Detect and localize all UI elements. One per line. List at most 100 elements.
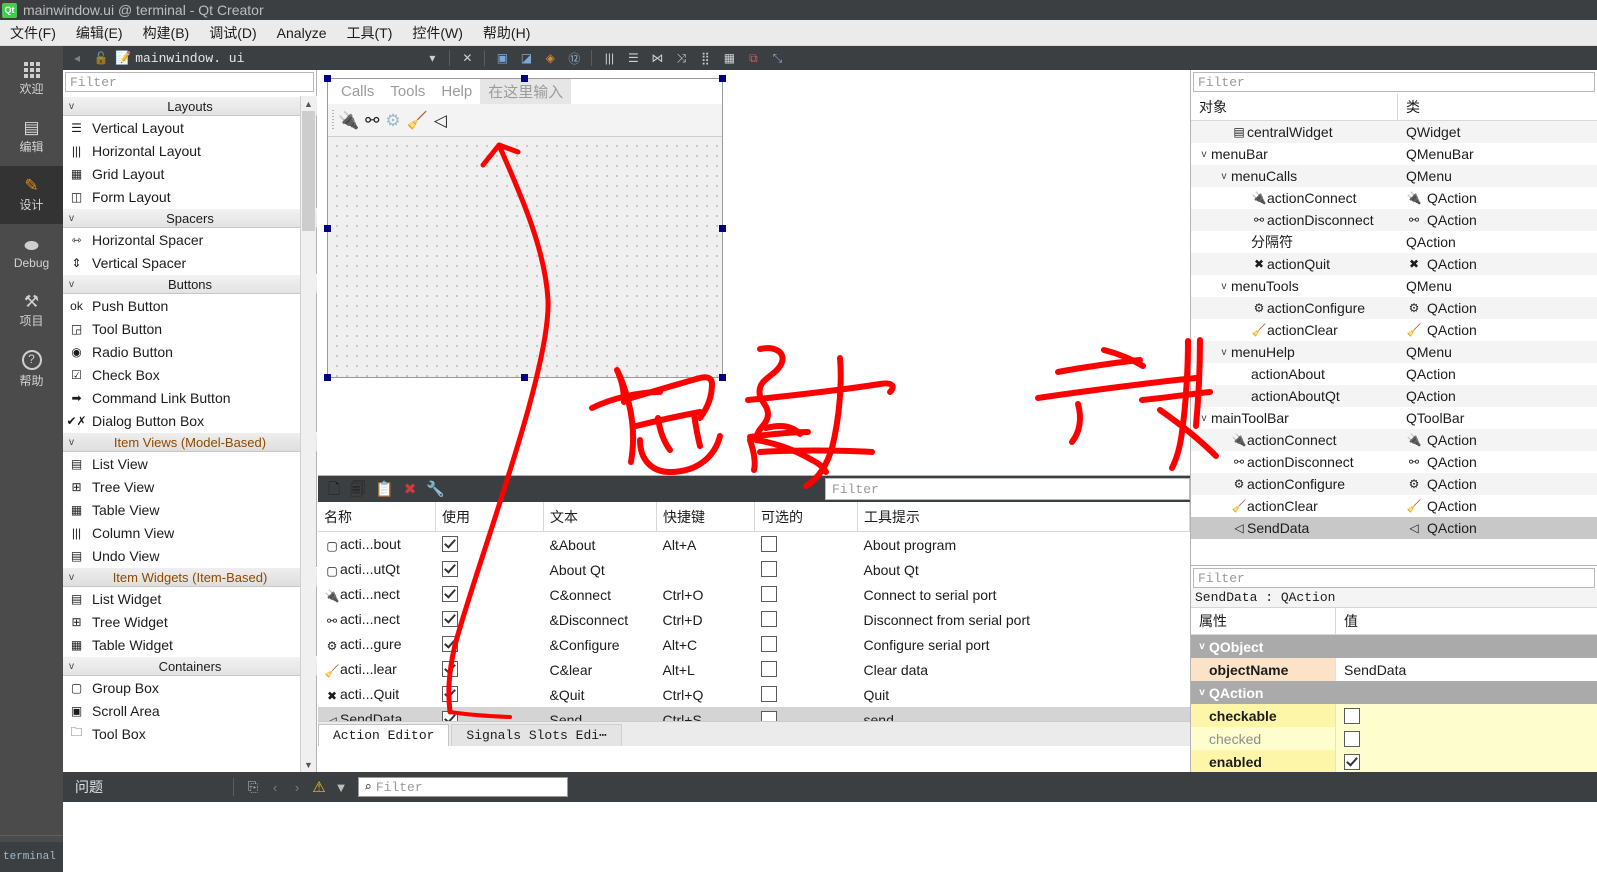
used-checkbox[interactable] bbox=[441, 561, 458, 577]
mode-projects[interactable]: ⚒ 项目 bbox=[0, 282, 63, 340]
property-checkbox[interactable] bbox=[1344, 753, 1360, 770]
action-editor-filter-input[interactable]: Filter bbox=[825, 478, 1190, 500]
widget-box-item[interactable]: ▦ Grid Layout bbox=[63, 162, 317, 185]
object-tree-row[interactable]: ⚯ actionDisconnect ⚯ QAction bbox=[1191, 451, 1597, 473]
used-checkbox[interactable] bbox=[441, 611, 458, 627]
widget-box-item[interactable]: ⇕ Vertical Spacer bbox=[63, 251, 317, 274]
menu-edit[interactable]: 编辑(E) bbox=[66, 20, 133, 46]
column-header-checkable[interactable]: 可选的 bbox=[754, 502, 858, 532]
object-tree-row[interactable]: actionAboutQt QAction bbox=[1191, 385, 1597, 407]
chevron-down-icon[interactable]: v bbox=[1217, 281, 1231, 292]
chevron-down-icon[interactable]: ▾ bbox=[422, 49, 442, 67]
configure-action-icon[interactable]: 🔧 bbox=[426, 482, 445, 497]
property-row[interactable]: checkable bbox=[1191, 704, 1597, 727]
send-paperplane-icon[interactable]: ◁ bbox=[434, 112, 447, 129]
open-file-name[interactable]: mainwindow. ui bbox=[135, 51, 244, 66]
object-tree-row[interactable]: v mainToolBar QToolBar bbox=[1191, 407, 1597, 429]
selection-handle-bl[interactable] bbox=[324, 374, 331, 381]
property-row[interactable]: checked bbox=[1191, 727, 1597, 750]
prev-issue-icon[interactable]: ‹ bbox=[264, 777, 286, 797]
property-row[interactable]: enabled bbox=[1191, 750, 1597, 772]
checkable-checkbox[interactable] bbox=[760, 611, 777, 627]
widget-box-item[interactable]: ◲ Tool Button bbox=[63, 317, 317, 340]
used-checkbox[interactable] bbox=[441, 636, 458, 652]
used-checkbox[interactable] bbox=[441, 661, 458, 677]
object-tree-row[interactable]: actionAbout QAction bbox=[1191, 363, 1597, 385]
selection-handle-br[interactable] bbox=[719, 374, 726, 381]
object-tree-row[interactable]: v menuHelp QMenu bbox=[1191, 341, 1597, 363]
object-tree-row[interactable]: ⚙ actionConfigure ⚙ QAction bbox=[1191, 297, 1597, 319]
table-row[interactable]: ✖ acti...Quit &Quit Ctrl+Q Quit bbox=[318, 682, 1190, 707]
menu-tools[interactable]: 工具(T) bbox=[336, 20, 402, 46]
cell-checkable[interactable] bbox=[755, 557, 858, 582]
layout-grid-button[interactable]: ▦ bbox=[719, 49, 739, 67]
property-group-header[interactable]: v QAction bbox=[1191, 681, 1597, 704]
menu-widgets[interactable]: 控件(W) bbox=[402, 20, 473, 46]
widget-box-category[interactable]: v Layouts bbox=[63, 96, 317, 116]
menu-analyze[interactable]: Analyze bbox=[267, 22, 337, 44]
configure-gear-icon[interactable]: ⚙ bbox=[385, 112, 400, 129]
object-tree-row[interactable]: ◁ SendData ◁ QAction bbox=[1191, 517, 1597, 539]
checkable-checkbox[interactable] bbox=[760, 636, 777, 652]
object-tree-row[interactable]: 🧹 actionClear 🧹 QAction bbox=[1191, 495, 1597, 517]
property-value-cell[interactable]: SendData bbox=[1336, 658, 1597, 681]
object-tree-row[interactable]: ⚯ actionDisconnect ⚯ QAction bbox=[1191, 209, 1597, 231]
delete-action-icon[interactable]: ✖ bbox=[404, 482, 417, 497]
menu-build[interactable]: 构建(B) bbox=[133, 20, 200, 46]
copy-issues-icon[interactable]: ⎘ bbox=[242, 777, 264, 797]
cell-checkable[interactable] bbox=[755, 532, 858, 558]
cell-checkable[interactable] bbox=[755, 682, 858, 707]
object-tree-row[interactable]: 🔌 actionConnect 🔌 QAction bbox=[1191, 187, 1597, 209]
cell-checkable[interactable] bbox=[755, 582, 858, 607]
selection-handle-tr[interactable] bbox=[719, 75, 726, 82]
form-central-widget-canvas[interactable] bbox=[328, 137, 722, 377]
layout-form-button[interactable]: ⣿ bbox=[695, 49, 715, 67]
checkable-checkbox[interactable] bbox=[760, 661, 777, 677]
widget-box-item[interactable]: ⊞ Tree View bbox=[63, 475, 317, 498]
cell-checkable[interactable] bbox=[755, 607, 858, 632]
table-row[interactable]: 🔌acti...nect C&onnect Ctrl+O Connect to ser… bbox=[318, 582, 1190, 607]
adjust-size-button[interactable]: ▣ bbox=[492, 49, 512, 67]
selection-handle-ml[interactable] bbox=[324, 225, 331, 232]
form-designer-area[interactable]: Calls Tools Help 在这里输入 🔌 ⚯ ⚙ 🧹 ◁ bbox=[318, 70, 1190, 475]
widget-box-item[interactable]: ☑ Check Box bbox=[63, 363, 317, 386]
paste-action-icon[interactable]: 📋 bbox=[375, 482, 394, 497]
property-editor-filter-input[interactable]: Filter bbox=[1193, 568, 1595, 588]
chevron-down-icon[interactable]: v bbox=[1217, 347, 1231, 358]
widget-box-category[interactable]: v Containers bbox=[63, 656, 317, 676]
form-menu-calls[interactable]: Calls bbox=[333, 81, 382, 102]
widget-box-item[interactable]: ⊞ Tree Widget bbox=[63, 610, 317, 633]
object-tree-row[interactable]: ▤ centralWidget QWidget bbox=[1191, 121, 1597, 143]
widget-box-item[interactable]: ▦ Table View bbox=[63, 498, 317, 521]
widget-box-item[interactable]: ▣ Scroll Area bbox=[63, 699, 317, 722]
next-issue-icon[interactable]: › bbox=[286, 777, 308, 797]
widget-box-item[interactable]: ✔✗ Dialog Button Box bbox=[63, 409, 317, 432]
used-checkbox[interactable] bbox=[441, 536, 458, 552]
table-row[interactable]: ⚯ acti...nect &Disconnect Ctrl+D Disconnect … bbox=[318, 607, 1190, 632]
adjust-size-2-button[interactable]: ⤡ bbox=[767, 49, 787, 67]
new-action-icon[interactable]: 🗋 bbox=[328, 482, 340, 497]
mode-edit[interactable]: ▤ 编辑 bbox=[0, 108, 63, 166]
widget-box-item[interactable]: ⇿ Horizontal Spacer bbox=[63, 228, 317, 251]
scrollbar-thumb[interactable] bbox=[302, 111, 315, 231]
menu-help[interactable]: 帮助(H) bbox=[473, 20, 540, 46]
widget-box-category[interactable]: v Buttons bbox=[63, 274, 317, 294]
object-tree-row[interactable]: v menuBar QMenuBar bbox=[1191, 143, 1597, 165]
column-header-used[interactable]: 使用 bbox=[435, 502, 544, 532]
selection-handle-bm[interactable] bbox=[521, 374, 528, 381]
edit-tab-order-button[interactable]: ⑫ bbox=[564, 49, 584, 67]
table-row[interactable]: 🧹acti...lear C&lear Alt+L Clear data bbox=[318, 657, 1190, 682]
widget-box-item[interactable]: ◫ Form Layout bbox=[63, 185, 317, 208]
disconnect-icon[interactable]: ⚯ bbox=[365, 112, 379, 129]
widget-box-item[interactable]: ok Push Button bbox=[63, 294, 317, 317]
column-header-property[interactable]: 属性 bbox=[1191, 608, 1336, 634]
back-icon[interactable]: ◂ bbox=[67, 49, 87, 67]
lay-out-break-button[interactable]: ◪ bbox=[516, 49, 536, 67]
chevron-down-icon[interactable]: v bbox=[1217, 171, 1231, 182]
object-tree-row[interactable]: 🔌 actionConnect 🔌 QAction bbox=[1191, 429, 1597, 451]
widget-box-scrollbar[interactable]: ▲ ▼ bbox=[300, 96, 316, 772]
cell-checkable[interactable] bbox=[755, 632, 858, 657]
property-value-label[interactable]: SendData bbox=[1344, 662, 1406, 678]
checkable-checkbox[interactable] bbox=[760, 561, 777, 577]
widget-box-item[interactable]: ▢ Group Box bbox=[63, 676, 317, 699]
